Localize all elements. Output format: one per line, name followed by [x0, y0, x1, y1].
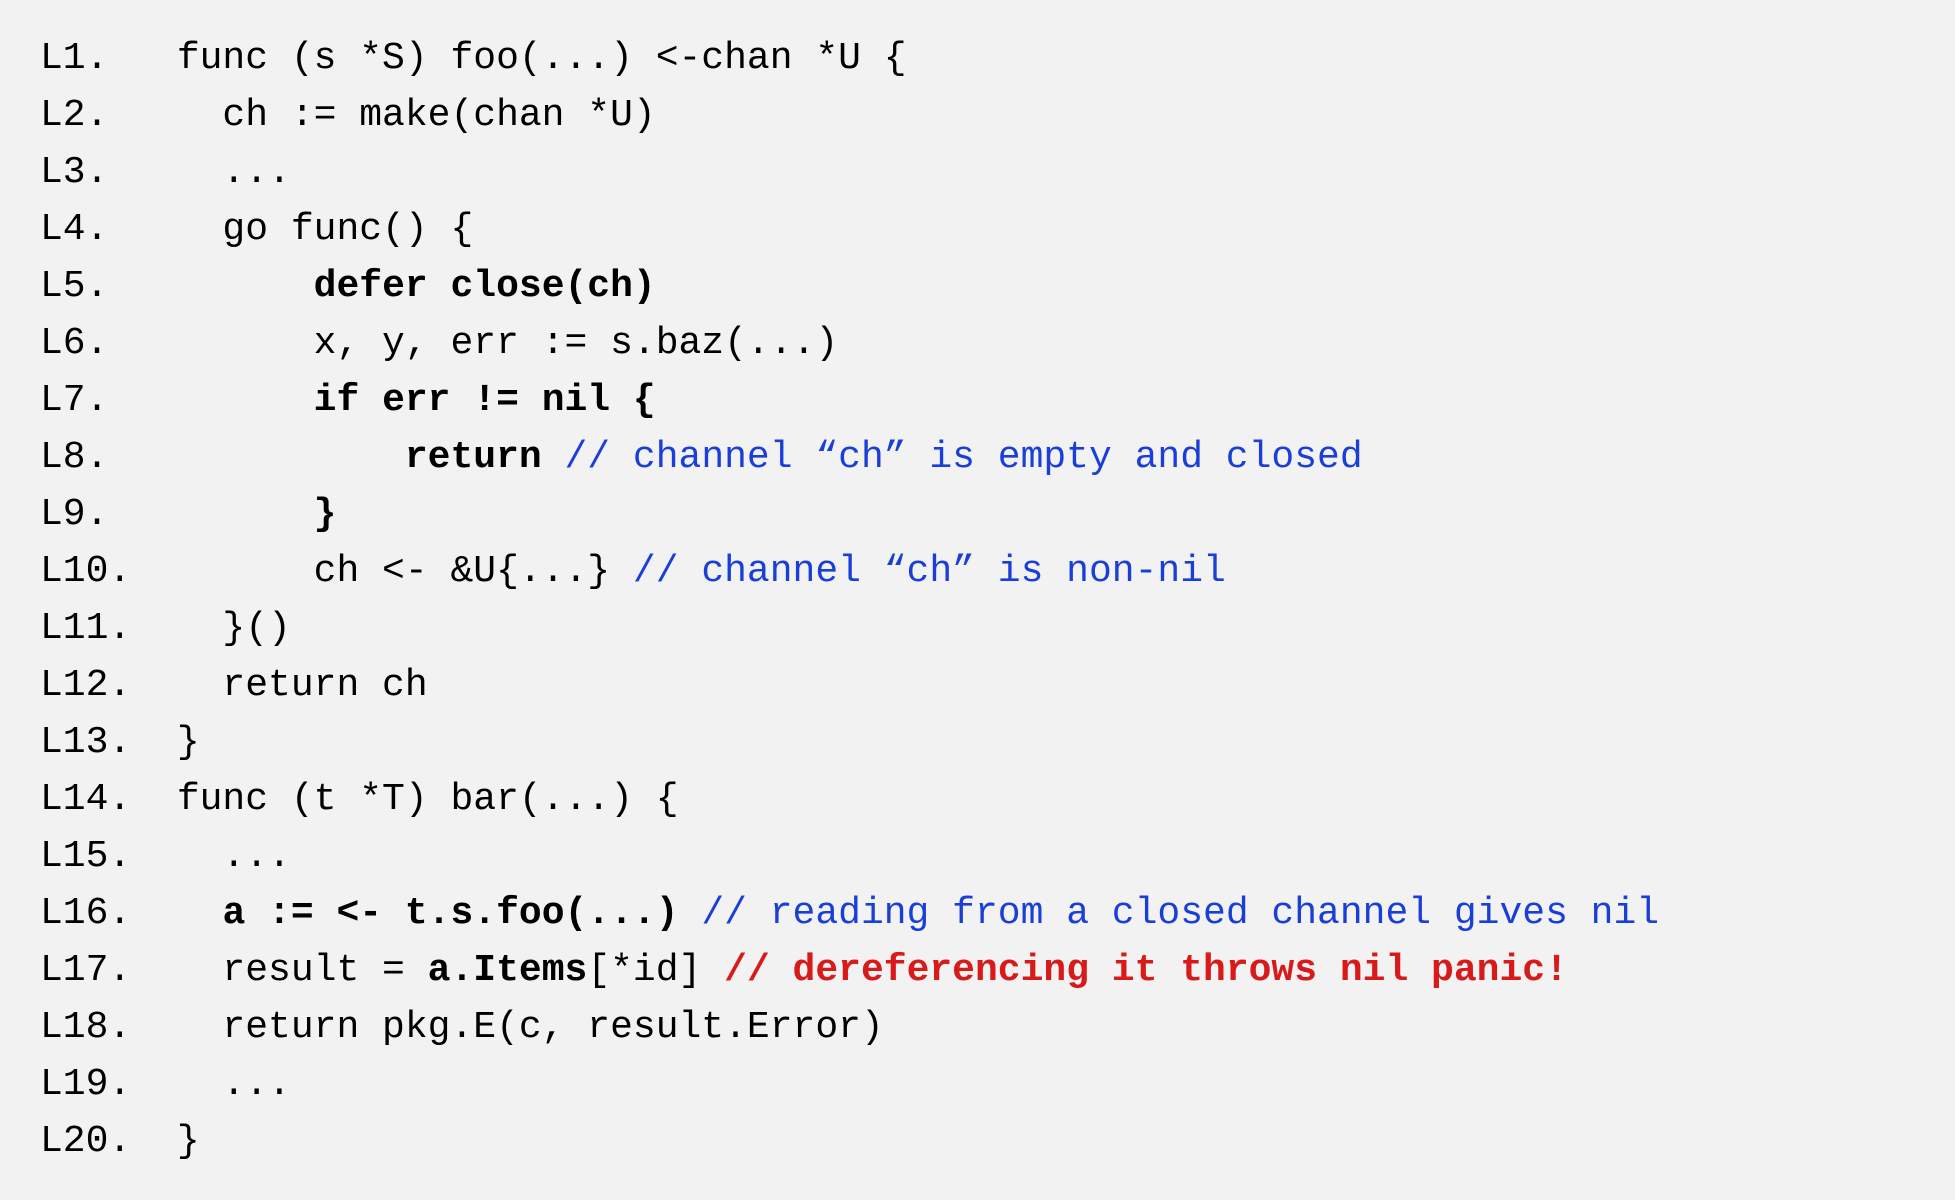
line-number: L18.: [40, 999, 154, 1056]
code-text: [154, 436, 405, 479]
code-line: L9. }: [40, 486, 1915, 543]
code-line: L16. a := <- t.s.foo(...) // reading fro…: [40, 885, 1915, 942]
code-text: [154, 265, 314, 308]
code-text: defer close(ch): [314, 265, 656, 308]
code-text: }(): [154, 607, 291, 650]
code-text: [154, 892, 222, 935]
code-text: ch := make(chan *U): [154, 94, 656, 137]
code-line: L2. ch := make(chan *U): [40, 87, 1915, 144]
line-number: L19.: [40, 1056, 154, 1113]
code-text: ...: [154, 151, 291, 194]
code-text: [679, 892, 702, 935]
code-text: }: [154, 1120, 200, 1163]
code-line: L7. if err != nil {: [40, 372, 1915, 429]
line-number: L4.: [40, 201, 154, 258]
line-number: L6.: [40, 315, 154, 372]
code-text: ...: [154, 835, 291, 878]
code-line: L13. }: [40, 714, 1915, 771]
line-number: L12.: [40, 657, 154, 714]
line-number: L9.: [40, 486, 154, 543]
line-number: L3.: [40, 144, 154, 201]
code-line: L3. ...: [40, 144, 1915, 201]
code-line: L10. ch <- &U{...} // channel “ch” is no…: [40, 543, 1915, 600]
line-number: L5.: [40, 258, 154, 315]
code-text: x, y, err := s.baz(...): [154, 322, 838, 365]
code-text: return ch: [154, 664, 428, 707]
code-text: a := <- t.s.foo(...): [222, 892, 678, 935]
code-text: go func() {: [154, 208, 473, 251]
code-comment: // dereferencing it throws nil panic!: [724, 949, 1568, 992]
line-number: L11.: [40, 600, 154, 657]
code-comment: // channel “ch” is empty and closed: [565, 436, 1363, 479]
code-line: L8. return // channel “ch” is empty and …: [40, 429, 1915, 486]
line-number: L15.: [40, 828, 154, 885]
code-text: result =: [154, 949, 428, 992]
code-line: L14. func (t *T) bar(...) {: [40, 771, 1915, 828]
line-number: L14.: [40, 771, 154, 828]
line-number: L16.: [40, 885, 154, 942]
code-text: }: [154, 721, 200, 764]
code-block: L1. func (s *S) foo(...) <-chan *U {L2. …: [0, 0, 1955, 1200]
code-text: return: [405, 436, 542, 479]
line-number: L2.: [40, 87, 154, 144]
code-text: }: [314, 493, 337, 536]
code-text: [542, 436, 565, 479]
code-line: L19. ...: [40, 1056, 1915, 1113]
code-text: if err != nil {: [314, 379, 656, 422]
code-text: a.Items: [428, 949, 588, 992]
code-line: L11. }(): [40, 600, 1915, 657]
code-text: [154, 493, 314, 536]
line-number: L17.: [40, 942, 154, 999]
code-text: return pkg.E(c, result.Error): [154, 1006, 884, 1049]
code-line: L15. ...: [40, 828, 1915, 885]
code-line: L18. return pkg.E(c, result.Error): [40, 999, 1915, 1056]
line-number: L20.: [40, 1113, 154, 1170]
code-line: L20. }: [40, 1113, 1915, 1170]
code-comment: // channel “ch” is non-nil: [633, 550, 1226, 593]
line-number: L10.: [40, 543, 154, 600]
line-number: L1.: [40, 30, 154, 87]
code-line: L17. result = a.Items[*id] // dereferenc…: [40, 942, 1915, 999]
code-text: [*id]: [587, 949, 724, 992]
line-number: L7.: [40, 372, 154, 429]
code-text: ch <- &U{...}: [154, 550, 633, 593]
code-line: L5. defer close(ch): [40, 258, 1915, 315]
code-comment: // reading from a closed channel gives n…: [701, 892, 1659, 935]
code-line: L4. go func() {: [40, 201, 1915, 258]
code-text: func (t *T) bar(...) {: [154, 778, 679, 821]
code-line: L1. func (s *S) foo(...) <-chan *U {: [40, 30, 1915, 87]
code-text: [154, 379, 314, 422]
line-number: L8.: [40, 429, 154, 486]
code-text: ...: [154, 1063, 291, 1106]
code-line: L6. x, y, err := s.baz(...): [40, 315, 1915, 372]
code-line: L12. return ch: [40, 657, 1915, 714]
line-number: L13.: [40, 714, 154, 771]
code-text: func (s *S) foo(...) <-chan *U {: [154, 37, 907, 80]
